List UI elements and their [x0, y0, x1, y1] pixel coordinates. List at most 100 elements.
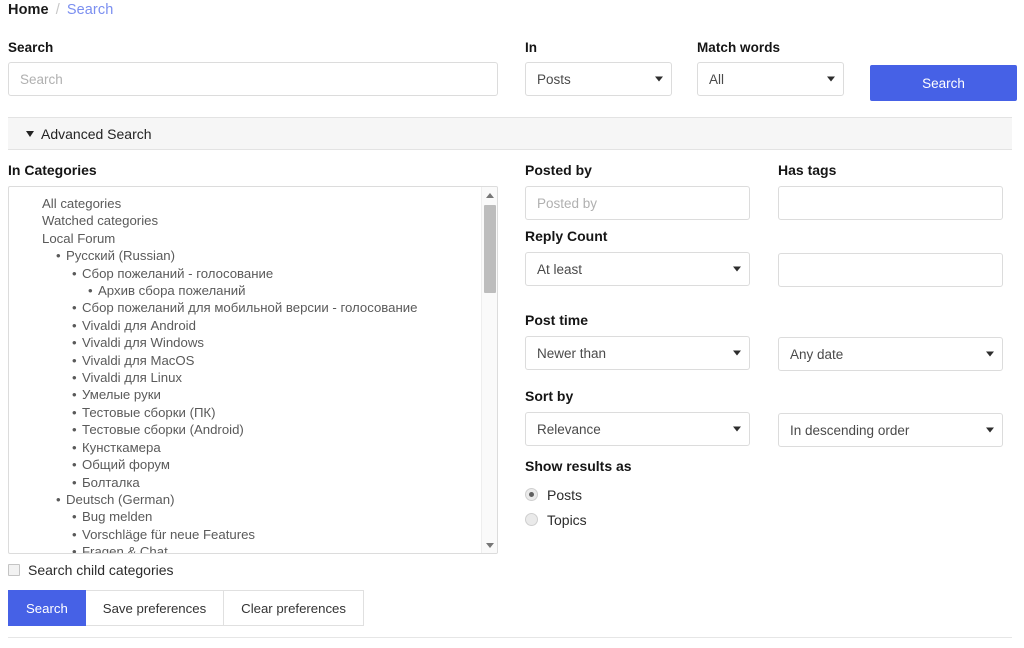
bullet-icon: • [72, 352, 77, 368]
category-item[interactable]: • Общий форум [9, 456, 482, 473]
breadcrumb-home[interactable]: Home [8, 2, 49, 18]
categories-column: In Categories All categories Watched cate… [8, 162, 498, 578]
category-label: Общий форум [82, 457, 170, 473]
category-label: Vorschläge für neue Features [82, 526, 256, 542]
category-label: Тестовые сборки (ПК) [82, 404, 216, 420]
match-words-select-wrapper: All [697, 62, 844, 96]
advanced-search-toggle[interactable]: Advanced Search [8, 117, 1012, 150]
search-field-group: Search [8, 40, 498, 96]
categories-scrollbar[interactable] [481, 187, 497, 553]
category-label: Deutsch (German) [66, 491, 175, 507]
search-child-categories-label: Search child categories [28, 562, 174, 578]
categories-list: All categories Watched categories Local Fo… [9, 187, 482, 553]
save-preferences-button[interactable]: Save preferences [85, 590, 225, 626]
category-label: Vivaldi для Android [82, 317, 196, 333]
clear-preferences-button[interactable]: Clear preferences [224, 590, 364, 626]
category-item[interactable]: • Умелые руки [9, 386, 482, 403]
posted-by-group: Posted by [525, 162, 750, 220]
category-item[interactable]: All categories [9, 195, 482, 212]
match-words-select[interactable]: All [697, 62, 844, 96]
category-item[interactable]: • Русский (Russian) [9, 247, 482, 264]
category-label: Vivaldi для Linux [82, 370, 182, 386]
category-item[interactable]: • Тестовые сборки (Android) [9, 421, 482, 438]
sort-by-select[interactable]: Relevance [525, 412, 750, 446]
category-item[interactable]: • Тестовые сборки (ПК) [9, 404, 482, 421]
scrollbar-thumb[interactable] [484, 205, 496, 293]
category-item[interactable]: • Vivaldi для MacOS [9, 352, 482, 369]
radio-button[interactable] [525, 513, 538, 526]
search-button[interactable]: Search [870, 65, 1017, 101]
category-label: Local Forum [42, 230, 116, 246]
reply-count-select-wrapper: At least [525, 252, 750, 286]
has-tags-input[interactable] [778, 186, 1003, 220]
category-label: Архив сбора пожеланий [98, 283, 246, 299]
category-item[interactable]: • Архив сбора пожеланий [9, 282, 482, 299]
category-label: Vivaldi для Windows [82, 335, 204, 351]
reply-count-input[interactable] [778, 253, 1003, 287]
in-select[interactable]: Posts [525, 62, 672, 96]
post-time-select[interactable]: Newer than [525, 336, 750, 370]
bullet-icon: • [72, 404, 77, 420]
category-item[interactable]: • Vivaldi для Windows [9, 334, 482, 351]
post-time-select-wrapper: Newer than [525, 336, 750, 370]
has-tags-group: Has tags [778, 162, 1003, 220]
in-field-group: In Posts [525, 40, 672, 96]
category-item[interactable]: • Fragen & Chat [9, 543, 482, 553]
scroll-down-icon[interactable] [482, 537, 497, 553]
in-label: In [525, 40, 538, 55]
category-item[interactable]: • Vivaldi для Linux [9, 369, 482, 386]
breadcrumb-separator: / [55, 2, 60, 18]
search-page: Home / Search Search In Posts Match word… [0, 0, 1024, 648]
in-categories-label: In Categories [8, 162, 97, 178]
category-label: Тестовые сборки (Android) [82, 422, 244, 438]
search-input[interactable] [8, 62, 498, 96]
category-item[interactable]: • Vivaldi для Android [9, 317, 482, 334]
show-results-option-topics[interactable]: Topics [525, 507, 1017, 532]
category-item[interactable]: • Кунсткамера [9, 439, 482, 456]
sort-order-select-wrapper: In descending order [778, 413, 1003, 447]
in-select-wrapper: Posts [525, 62, 672, 96]
category-label: Кунсткамера [82, 439, 161, 455]
category-item[interactable]: • Болталка [9, 474, 482, 491]
category-item[interactable]: • Vorschläge für neue Features [9, 526, 482, 543]
reply-count-group: Reply Count At least [525, 228, 750, 286]
bullet-icon: • [72, 387, 77, 403]
category-item[interactable]: • Сбор пожеланий - голосование [9, 265, 482, 282]
sort-order-select[interactable]: In descending order [778, 413, 1003, 447]
bullet-icon: • [72, 474, 77, 490]
reply-count-select[interactable]: At least [525, 252, 750, 286]
category-item[interactable]: Local Forum [9, 230, 482, 247]
bullet-icon: • [72, 509, 77, 525]
post-time-label: Post time [525, 312, 589, 328]
sort-by-label: Sort by [525, 388, 574, 404]
radio-label: Topics [547, 511, 587, 528]
category-label: Болталка [82, 474, 140, 490]
search-label: Search [8, 40, 54, 55]
search-child-categories-checkbox[interactable] [8, 564, 20, 576]
search-child-categories-row[interactable]: Search child categories [8, 562, 498, 578]
categories-listbox[interactable]: All categories Watched categories Local Fo… [8, 186, 498, 554]
radio-button[interactable] [525, 488, 538, 501]
scroll-up-icon[interactable] [482, 187, 497, 203]
bullet-icon: • [56, 491, 61, 507]
breadcrumb-search[interactable]: Search [67, 2, 114, 18]
post-date-select[interactable]: Any date [778, 337, 1003, 371]
category-item[interactable]: • Сбор пожеланий для мобильной версии - г… [9, 299, 482, 316]
category-item[interactable]: Watched categories [9, 212, 482, 229]
advanced-search-label: Advanced Search [41, 125, 152, 142]
category-label: Watched categories [42, 213, 159, 229]
submit-search-button[interactable]: Search [8, 590, 86, 626]
posted-by-input[interactable] [525, 186, 750, 220]
category-label: Сбор пожеланий для мобильной версии - го… [82, 300, 418, 316]
category-item[interactable]: • Bug melden [9, 508, 482, 525]
bullet-icon: • [72, 317, 77, 333]
category-item[interactable]: • Deutsch (German) [9, 491, 482, 508]
show-results-label: Show results as [525, 458, 632, 474]
category-label: All categories [42, 196, 122, 211]
bullet-icon: • [72, 422, 77, 438]
bullet-icon: • [72, 544, 77, 553]
bullet-icon: • [72, 265, 77, 281]
bullet-icon: • [72, 370, 77, 386]
show-results-option-posts[interactable]: Posts [525, 482, 1017, 507]
show-results-row: Show results as Posts Topics [525, 458, 1017, 532]
